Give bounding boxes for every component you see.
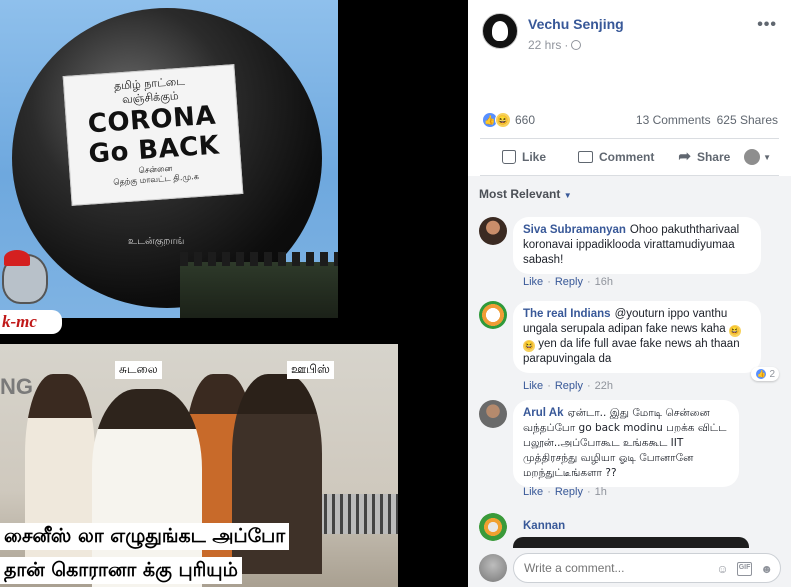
separator: ·	[547, 276, 551, 288]
post-meta: 22 hrs ·	[528, 38, 582, 52]
comment-time[interactable]: 22h	[595, 380, 613, 392]
like-button[interactable]: Like	[494, 150, 554, 164]
separator: ·	[586, 380, 591, 392]
comment-bubble: Siva Subramanyan Ohoo pakuththarivaal kor…	[513, 217, 761, 274]
commenter-avatar[interactable]	[479, 301, 507, 329]
caret-down-icon: ▼	[563, 191, 572, 200]
name-tag-left: சுடலை	[115, 361, 162, 379]
comment-actions: Like · Reply · 22h	[523, 380, 613, 392]
write-comment-row: ☺ GIF ☻	[468, 548, 791, 587]
comment-sort-selector[interactable]: Most Relevant ▼	[479, 187, 572, 201]
comment-reply-link[interactable]: Reply	[555, 380, 583, 392]
share-label: Share	[696, 150, 731, 164]
sticker-icon[interactable]: ☻	[760, 562, 773, 576]
commenter-name[interactable]: Kannan	[523, 520, 565, 532]
haha-reaction-icon[interactable]: 😆	[495, 112, 511, 128]
balloon-sign: தமிழ் நாட்டை வஞ்சிக்கும் CORONA Go BACK …	[62, 64, 244, 206]
commenter-avatar[interactable]	[479, 400, 507, 428]
comment-like-link[interactable]: Like	[523, 380, 543, 392]
name-tag-right: ஊபிஸ்	[287, 361, 334, 379]
share-icon: ➦	[678, 148, 691, 165]
emoji-icon[interactable]: ☺	[716, 562, 728, 576]
commenter-avatar[interactable]	[479, 513, 507, 541]
current-user-avatar	[479, 554, 507, 582]
laughing-emoji-icon: 😆	[728, 325, 741, 337]
gif-icon[interactable]: GIF	[736, 562, 753, 576]
comment-icon	[578, 151, 594, 163]
meme-bottom-panel: NG சுடலை ஊபிஸ்	[0, 344, 398, 587]
laughing-emoji-icon: 😆	[523, 340, 535, 352]
like-label: Like	[522, 150, 547, 164]
comment-input-icons: ☺ GIF ☻	[716, 562, 773, 576]
comment-bubble: Arul Ak ஏன்டா.. இது மோடி சென்னை வந்தப்போ …	[513, 400, 739, 487]
reaction-count[interactable]: 660	[515, 113, 535, 127]
meta-separator: ·	[564, 38, 569, 52]
more-options-icon[interactable]: •••	[757, 16, 777, 34]
balloon-bottom-text: உடன்குறாங்	[128, 236, 185, 247]
comment-actions: Like · Reply · 16h	[523, 276, 613, 288]
comment-count[interactable]: 13 Comments	[636, 113, 711, 127]
sticker-label: k-mc	[0, 310, 62, 334]
post-header: Vechu Senjing 22 hrs · •••	[468, 0, 791, 60]
cartoon-cat-sticker: k-mc	[0, 250, 62, 345]
comment-reply-link[interactable]: Reply	[555, 486, 583, 498]
thumbs-up-icon	[502, 150, 516, 164]
separator: ·	[547, 380, 551, 392]
comment-time[interactable]: 16h	[595, 276, 613, 288]
sort-label: Most Relevant	[479, 187, 561, 201]
share-button[interactable]: ➦ Share	[670, 148, 738, 165]
viewer-selector[interactable]: ▼	[744, 149, 771, 165]
comment-label: Comment	[599, 150, 655, 164]
commenter-name[interactable]: The real Indians	[523, 308, 611, 320]
post-time[interactable]: 22 hrs	[528, 38, 561, 52]
wall-text: NG	[0, 374, 33, 399]
comment-reaction-badge[interactable]: 👍 2	[751, 367, 779, 381]
comment-button[interactable]: Comment	[570, 150, 662, 164]
commenter-name[interactable]: Arul Ak	[523, 407, 563, 419]
post-sidebar: Vechu Senjing 22 hrs · ••• 👍 😆 660 13 Co…	[468, 0, 791, 587]
like-reaction-icon: 👍	[755, 368, 768, 380]
separator: ·	[547, 486, 551, 498]
caret-down-icon: ▼	[763, 152, 771, 162]
post-photo[interactable]: தமிழ் நாட்டை வஞ்சிக்கும் CORONA Go BACK …	[0, 0, 468, 587]
viewer-avatar	[744, 149, 761, 165]
comments-area: Most Relevant ▼ Siva Subramanyan Ohoo pak…	[468, 176, 791, 587]
share-count[interactable]: 625 Shares	[717, 113, 778, 127]
crowd	[180, 252, 338, 318]
comment-like-link[interactable]: Like	[523, 276, 543, 288]
commenter-avatar[interactable]	[479, 217, 507, 245]
divider	[480, 138, 779, 139]
author-name[interactable]: Vechu Senjing	[528, 16, 624, 32]
comment-actions: Like · Reply · 1h	[523, 486, 607, 498]
meme-caption-line-1: சைனீஸ் லா எழுதுங்கட அப்போ	[0, 523, 290, 550]
commenter-name[interactable]: Siva Subramanyan	[523, 224, 626, 236]
comment-time[interactable]: 1h	[595, 486, 607, 498]
globe-icon[interactable]	[571, 40, 582, 50]
separator: ·	[586, 276, 591, 288]
post-actions: Like Comment ➦ Share ▼	[480, 140, 779, 174]
comment-like-link[interactable]: Like	[523, 486, 543, 498]
separator: ·	[586, 486, 591, 498]
santa-hat	[4, 250, 30, 266]
author-avatar[interactable]	[482, 13, 518, 49]
comment-bubble: The real Indians @youturn ippo vanthu ung…	[513, 301, 761, 373]
reactions-row: 👍 😆 660 13 Comments 625 Shares	[482, 110, 778, 130]
comment-text-continued: yen da life full avae fake news ah thaan…	[523, 338, 740, 365]
comment-reaction-count: 2	[769, 368, 775, 380]
comment-reply-link[interactable]: Reply	[555, 276, 583, 288]
meme-caption-line-2: தான் கொரானா க்கு புரியும்	[0, 557, 242, 584]
